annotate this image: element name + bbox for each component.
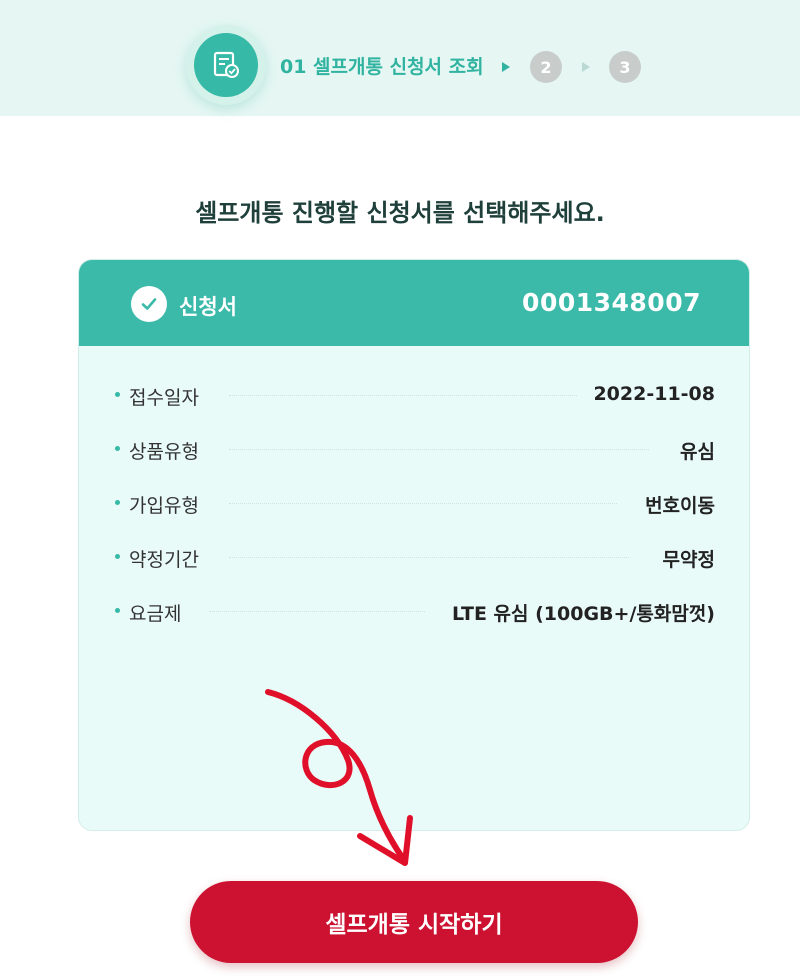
start-self-activation-button[interactable]: 셀프개통 시작하기 (190, 881, 638, 963)
step-3-indicator: 3 (609, 51, 641, 83)
detail-row: 약정기간 무약정 (115, 542, 715, 572)
dotted-leader (229, 503, 617, 504)
dotted-leader (229, 557, 629, 558)
dotted-leader (209, 611, 425, 612)
page-title: 셀프개통 진행할 신청서를 선택해주세요. (195, 199, 605, 227)
bullet-icon (115, 554, 120, 559)
detail-label: 요금제 (129, 603, 182, 625)
detail-row: 상품유형 유심 (115, 434, 715, 464)
detail-row: 가입유형 번호이동 (115, 488, 715, 518)
bullet-icon (115, 446, 120, 451)
step-arrow-icon (502, 62, 510, 72)
bullet-icon (115, 392, 120, 397)
card-title: 신청서 (179, 295, 237, 319)
application-card[interactable]: 신청서 0001348007 접수일자 2022-11-08 상품유형 유심 가… (78, 259, 750, 831)
step-progress-bar: 01 셀프개통 신청서 조회 2 3 (0, 0, 800, 116)
check-circle-icon[interactable] (131, 286, 167, 322)
card-header[interactable]: 신청서 0001348007 (79, 260, 749, 346)
dotted-leader (229, 449, 649, 450)
detail-label: 접수일자 (129, 387, 199, 409)
detail-value: 2022-11-08 (593, 383, 715, 405)
detail-label: 상품유형 (129, 441, 199, 463)
bullet-icon (115, 500, 120, 505)
detail-row: 접수일자 2022-11-08 (115, 380, 715, 410)
detail-label: 약정기간 (129, 549, 199, 571)
detail-value: LTE 유심 (100GB+/통화맘껏) (452, 603, 715, 625)
detail-value: 무약정 (662, 549, 715, 571)
detail-row: 요금제 LTE 유심 (100GB+/통화맘껏) (115, 596, 715, 626)
step-arrow-icon (582, 62, 590, 72)
current-step-indicator (186, 25, 266, 105)
detail-value: 유심 (680, 441, 715, 463)
detail-value: 번호이동 (645, 495, 715, 517)
document-check-icon (194, 33, 258, 97)
application-number: 0001348007 (522, 288, 701, 317)
detail-label: 가입유형 (129, 495, 199, 517)
current-step-label: 01 셀프개통 신청서 조회 (280, 56, 484, 78)
step-2-indicator: 2 (530, 51, 562, 83)
bullet-icon (115, 608, 120, 613)
dotted-leader (229, 395, 577, 396)
